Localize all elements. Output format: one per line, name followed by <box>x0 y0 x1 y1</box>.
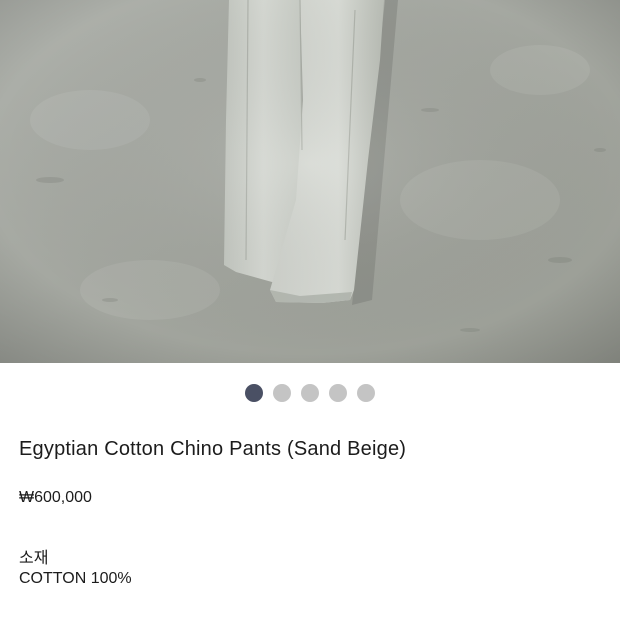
material-value: COTTON 100% <box>19 570 132 587</box>
carousel-dot-4[interactable] <box>329 384 347 402</box>
product-image[interactable] <box>0 0 620 363</box>
image-carousel-indicators <box>0 384 620 402</box>
material-label: 소재 <box>19 550 49 567</box>
carousel-dot-3[interactable] <box>301 384 319 402</box>
product-price: ₩600,000 <box>19 489 92 506</box>
carousel-dot-5[interactable] <box>357 384 375 402</box>
carousel-dot-1[interactable] <box>245 384 263 402</box>
carousel-dot-2[interactable] <box>273 384 291 402</box>
product-title: Egyptian Cotton Chino Pants (Sand Beige) <box>19 438 407 460</box>
product-photo <box>0 0 620 363</box>
